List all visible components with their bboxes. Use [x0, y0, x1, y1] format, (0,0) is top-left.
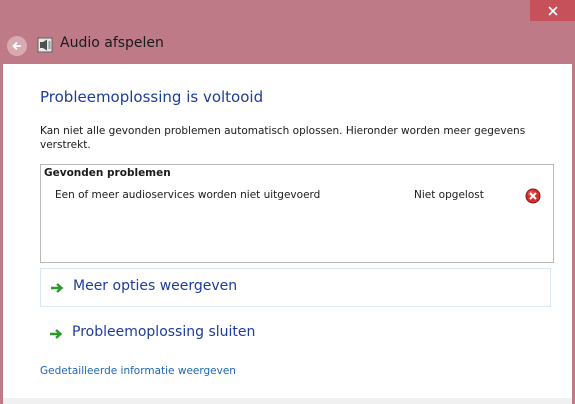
problem-description: Een of meer audioservices worden niet ui… [55, 189, 321, 201]
error-icon [525, 188, 541, 204]
close-troubleshooter-button[interactable]: Probleemoplossing sluiten [40, 315, 549, 352]
problems-header: Gevonden problemen [44, 167, 171, 179]
problems-list: Gevonden problemen Een of meer audioserv… [40, 164, 554, 263]
problem-status: Niet opgelost [414, 189, 484, 201]
green-arrow-icon [50, 329, 63, 339]
more-options-button[interactable]: Meer opties weergeven [40, 268, 551, 307]
page-title: Probleemoplossing is voltooid [40, 88, 264, 106]
navigation-bar: Audio afspelen [0, 30, 575, 64]
close-button[interactable] [530, 0, 575, 21]
back-arrow-icon [12, 41, 21, 51]
bottom-edge [3, 398, 572, 404]
title-bar [0, 0, 575, 30]
green-arrow-icon [51, 283, 64, 293]
speaker-icon [37, 37, 53, 53]
detailed-info-link[interactable]: Gedetailleerde informatie weergeven [40, 365, 236, 377]
window-title: Audio afspelen [60, 35, 164, 51]
list-item: Een of meer audioservices worden niet ui… [41, 187, 553, 205]
result-description: Kan niet alle gevonden problemen automat… [40, 125, 526, 151]
troubleshooter-panel: Probleemoplossing is voltooid Kan niet a… [3, 64, 572, 404]
close-icon [547, 5, 558, 16]
close-troubleshooter-label: Probleemoplossing sluiten [72, 324, 256, 340]
back-button[interactable] [7, 36, 27, 56]
more-options-label: Meer opties weergeven [73, 278, 238, 294]
